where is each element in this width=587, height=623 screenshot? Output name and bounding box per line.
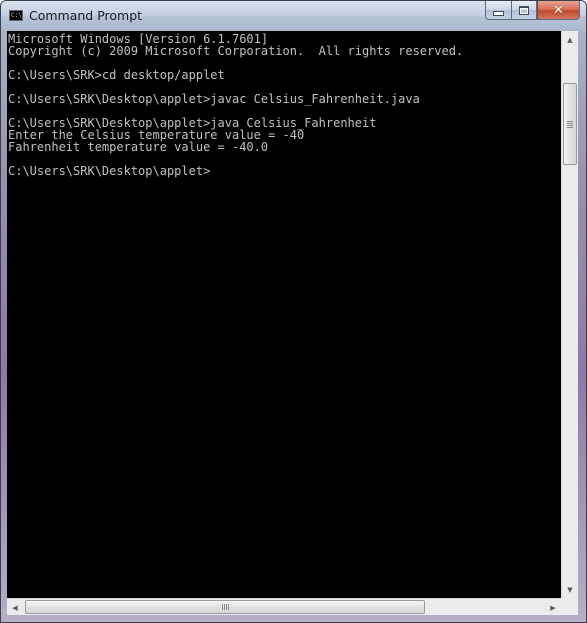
grip-line [567,123,573,124]
maximize-icon [519,5,529,15]
vertical-scrollbar[interactable]: ▲ ▼ [561,31,578,598]
command-prompt-icon[interactable]: C:\_ [9,10,25,21]
console-text: Microsoft Windows [Version 6.1.7601] Cop… [8,33,463,177]
scroll-right-arrow-icon[interactable]: ▶ [545,599,561,616]
console-line: C:\Users\SRK>cd desktop/applet [8,68,225,82]
horizontal-scroll-thumb[interactable] [25,600,425,614]
minimize-button[interactable] [485,1,511,20]
console-line: C:\Users\SRK\Desktop\applet> [8,164,211,178]
grip-line [228,604,229,610]
close-icon: ✕ [553,2,564,18]
vertical-scroll-thumb[interactable] [563,83,577,165]
scroll-left-arrow-icon[interactable]: ◀ [7,599,23,616]
grip-line [567,127,573,128]
scrollbar-corner [561,598,578,615]
console-line: C:\Users\SRK\Desktop\applet>javac Celsiu… [8,92,420,106]
scroll-down-arrow-icon[interactable]: ▼ [562,581,578,598]
console-line: Copyright (c) 2009 Microsoft Corporation… [8,44,464,58]
title-bar[interactable]: C:\_ Command Prompt ✕ [1,1,586,31]
grip-line [567,121,573,122]
window-title: Command Prompt [29,8,143,23]
close-button[interactable]: ✕ [537,1,580,20]
scroll-up-arrow-icon[interactable]: ▲ [562,31,578,48]
grip-line [567,125,573,126]
horizontal-scrollbar[interactable]: ◀ ▶ [7,598,561,615]
grip-line [222,604,223,610]
grip-line [224,604,225,610]
console-output[interactable]: Microsoft Windows [Version 6.1.7601] Cop… [7,31,561,598]
command-prompt-window: C:\_ Command Prompt ✕ Microsoft Windows … [0,0,587,623]
maximize-button[interactable] [511,1,537,20]
caption-buttons: ✕ [485,1,580,21]
minimize-icon [493,10,504,16]
grip-line [226,604,227,610]
console-line: Fahrenheit temperature value = -40.0 [8,140,269,154]
